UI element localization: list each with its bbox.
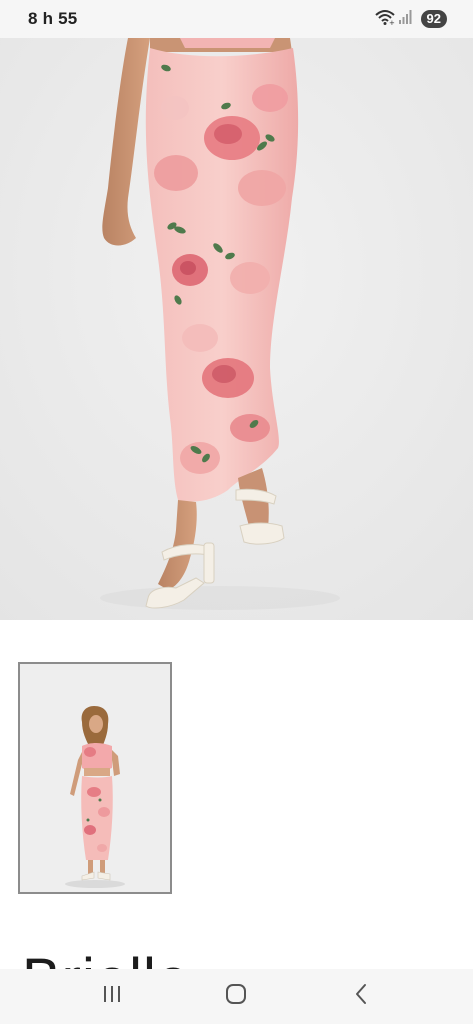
- product-thumbnail[interactable]: [18, 662, 172, 894]
- back-button[interactable]: [341, 977, 381, 1017]
- system-nav-bar: [0, 969, 473, 1024]
- recent-apps-button[interactable]: [92, 977, 132, 1017]
- recent-apps-icon: [102, 985, 122, 1008]
- wifi-icon: +: [374, 9, 395, 30]
- signal-icon: [398, 9, 413, 29]
- svg-text:+: +: [389, 19, 395, 25]
- model-thumbnail-illustration: [20, 664, 170, 892]
- product-title: Brielle: [22, 945, 190, 969]
- status-icons: + 92: [374, 9, 447, 30]
- home-icon: [225, 983, 247, 1010]
- home-button[interactable]: [216, 977, 256, 1017]
- battery-badge: 92: [420, 10, 447, 28]
- status-time: 8 h 55: [28, 9, 78, 28]
- product-title-container: Brielle: [0, 935, 473, 969]
- skirt-photo-illustration: [0, 38, 473, 620]
- back-icon: [354, 983, 368, 1010]
- status-bar: 8 h 55 + 92: [0, 0, 473, 38]
- product-main-image[interactable]: [0, 38, 473, 620]
